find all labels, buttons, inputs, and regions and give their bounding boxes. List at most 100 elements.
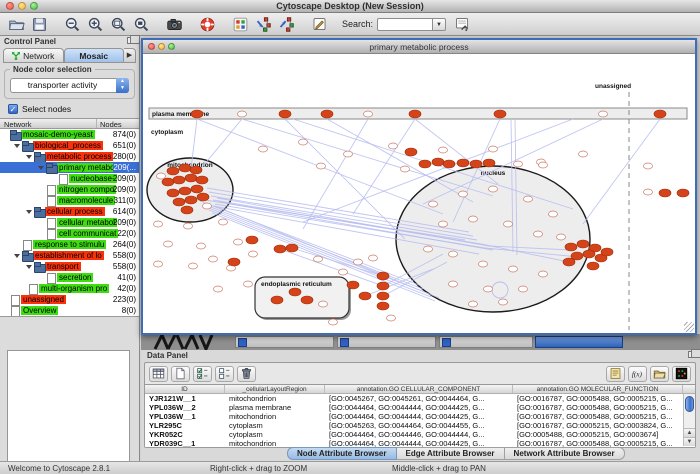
scrollbar-thumb[interactable] — [685, 396, 694, 412]
node[interactable] — [347, 281, 359, 289]
tree-row-nitrogen-compo[interactable]: nitrogen compo209(0) — [0, 184, 139, 195]
edge[interactable] — [303, 119, 368, 229]
column-header-3[interactable]: annotation.GO MOLECULAR_FUNCTION — [513, 385, 683, 393]
search-config-icon[interactable] — [452, 15, 472, 34]
node[interactable] — [489, 146, 498, 152]
node[interactable] — [534, 231, 543, 237]
select-nodes-checkbox[interactable]: ✓ — [8, 104, 18, 114]
expand-arrow-icon[interactable] — [24, 210, 34, 214]
node[interactable] — [157, 173, 166, 179]
node[interactable] — [279, 110, 291, 118]
tree-row-secretion[interactable]: secretion41(0) — [0, 272, 139, 283]
node[interactable] — [405, 148, 417, 156]
node[interactable] — [377, 282, 389, 290]
tree-row-macromolecule[interactable]: macromolecule311(0) — [0, 195, 139, 206]
node[interactable] — [197, 193, 209, 201]
column-header-1[interactable]: _cellularLayoutRegion — [225, 385, 325, 393]
node[interactable] — [389, 143, 398, 149]
node[interactable] — [439, 221, 448, 227]
network-view-titlebar[interactable]: primary metabolic process — [143, 40, 695, 54]
tree-row-metabolic-process[interactable]: metabolic process280(0) — [0, 151, 139, 162]
node[interactable] — [484, 286, 493, 292]
node[interactable] — [319, 301, 328, 307]
node[interactable] — [286, 244, 298, 252]
node[interactable] — [184, 223, 193, 229]
node[interactable] — [274, 245, 286, 253]
node[interactable] — [173, 176, 185, 184]
window-titlebar[interactable]: Cytoscape Desktop (New Session) — [0, 0, 700, 13]
matrix-icon[interactable] — [672, 366, 691, 382]
float-panel-icon[interactable] — [688, 351, 696, 358]
table-row-YPL036W__2[interactable]: YPL036W__2plasma membrane[GO:0044464, GO… — [145, 403, 695, 412]
node[interactable] — [329, 319, 338, 325]
scroll-up-icon[interactable]: ▲ — [684, 428, 695, 437]
edge[interactable] — [292, 248, 383, 276]
node[interactable] — [244, 281, 253, 287]
node[interactable] — [344, 151, 353, 157]
node[interactable] — [424, 246, 433, 252]
node[interactable] — [443, 160, 455, 168]
node[interactable] — [449, 251, 458, 257]
help-icon[interactable] — [197, 15, 217, 34]
background-window[interactable] — [535, 336, 623, 348]
delete-attr-icon[interactable] — [237, 366, 256, 382]
node[interactable] — [191, 110, 203, 118]
search-dropdown-icon[interactable]: ▼ — [433, 18, 446, 31]
node[interactable] — [354, 259, 363, 265]
node[interactable] — [167, 189, 179, 197]
node[interactable] — [432, 158, 444, 166]
more-tabs-icon[interactable]: ▶ — [124, 48, 136, 63]
node[interactable] — [167, 167, 179, 175]
node[interactable] — [339, 269, 348, 275]
node[interactable] — [259, 146, 268, 152]
node[interactable] — [196, 176, 208, 184]
annotation-icon[interactable] — [309, 15, 329, 34]
node[interactable] — [494, 110, 506, 118]
node[interactable] — [191, 185, 203, 193]
tab-network-attribute-browser[interactable]: Network Attribute Browser — [505, 447, 625, 460]
vizmapper-icon[interactable] — [230, 15, 250, 34]
attr-columns-icon[interactable] — [149, 366, 168, 382]
node[interactable] — [644, 189, 653, 195]
edge[interactable] — [583, 119, 660, 224]
edge[interactable] — [198, 119, 242, 172]
node[interactable] — [234, 239, 243, 245]
node[interactable] — [377, 292, 389, 300]
unselect-attrs-icon[interactable] — [215, 366, 234, 382]
node[interactable] — [479, 261, 488, 267]
node[interactable] — [179, 164, 191, 172]
tree-row-response-to-stimulu[interactable]: response to stimulu264(0) — [0, 239, 139, 250]
copy-layout-icon[interactable] — [253, 15, 273, 34]
formula-icon[interactable]: f(x) — [628, 366, 647, 382]
background-window[interactable] — [235, 336, 334, 348]
node[interactable] — [409, 110, 421, 118]
node[interactable] — [539, 162, 548, 168]
node[interactable] — [181, 206, 193, 214]
import-icon[interactable] — [650, 366, 669, 382]
tree-row-biological-process[interactable]: biological_process651(0) — [0, 140, 139, 151]
open-icon[interactable] — [6, 15, 26, 34]
node[interactable] — [197, 243, 206, 249]
node[interactable] — [209, 256, 218, 262]
snapshot-icon[interactable] — [164, 15, 184, 34]
tree-row-cellular-metabol[interactable]: cellular metabol209(0) — [0, 217, 139, 228]
node[interactable] — [459, 191, 468, 197]
table-row-YLR295C[interactable]: YLR295Ccytoplasm[GO:0045263, GO:0044464,… — [145, 421, 695, 430]
node[interactable] — [377, 302, 389, 310]
search-input[interactable] — [377, 18, 433, 31]
network-view-window[interactable]: primary metabolic process plasma membran… — [141, 38, 697, 335]
node[interactable] — [189, 263, 198, 269]
expand-arrow-icon[interactable] — [24, 265, 34, 269]
tree-row-multi-organism-pro[interactable]: multi-organism pro42(0) — [0, 283, 139, 294]
node[interactable] — [429, 201, 438, 207]
node[interactable] — [173, 198, 185, 206]
node[interactable] — [563, 258, 575, 266]
node[interactable] — [449, 281, 458, 287]
node[interactable] — [301, 296, 313, 304]
node[interactable] — [203, 203, 212, 209]
node[interactable] — [401, 166, 410, 172]
tab-mosaic[interactable]: Mosaic — [64, 48, 125, 63]
node[interactable] — [364, 111, 373, 117]
table-row-YJR121W__1[interactable]: YJR121W__1mitochondrion[GO:0045267, GO:0… — [145, 394, 695, 403]
node[interactable] — [164, 241, 173, 247]
